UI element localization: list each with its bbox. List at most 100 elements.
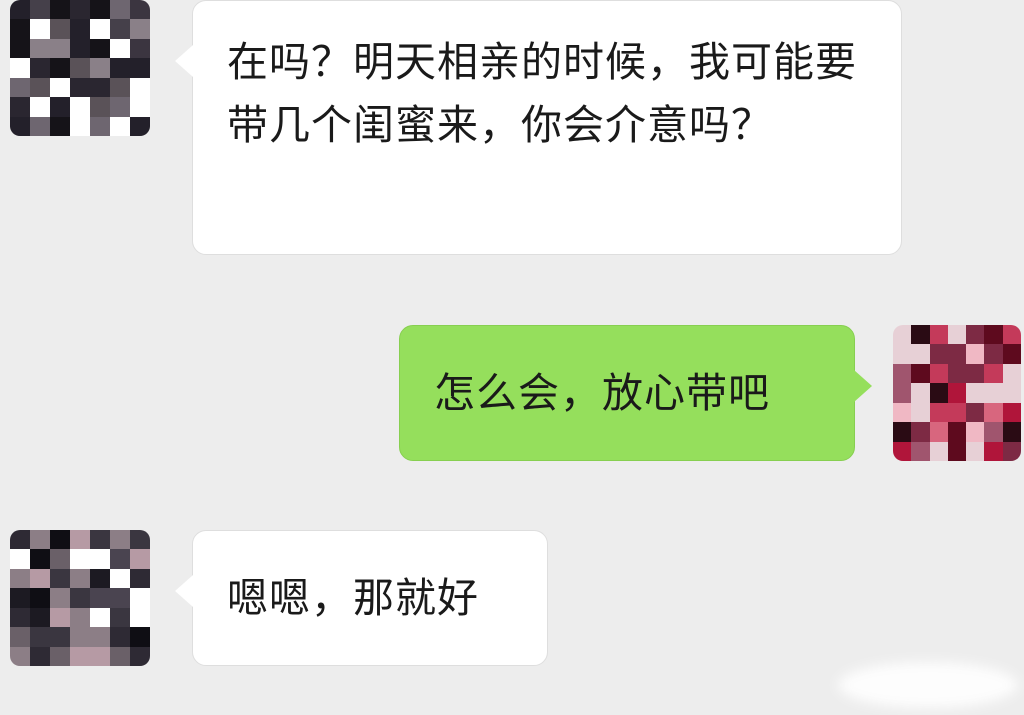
- mosaic-cell: [90, 19, 110, 39]
- mosaic-cell: [50, 77, 70, 98]
- mosaic-cell: [893, 441, 912, 461]
- mosaic-cell: [130, 627, 150, 647]
- mosaic-cell: [90, 38, 110, 59]
- mosaic-cell: [30, 0, 50, 20]
- mosaic-cell: [50, 0, 70, 20]
- message-text: 嗯嗯，那就好: [227, 574, 479, 622]
- mosaic-cell: [130, 116, 150, 136]
- mosaic-cell: [947, 422, 967, 442]
- mosaic-cell: [893, 363, 912, 384]
- my-avatar[interactable]: [893, 325, 1021, 461]
- mosaic-cell: [130, 38, 150, 59]
- mosaic-cell: [929, 422, 948, 442]
- mosaic-cell: [911, 383, 930, 403]
- mosaic-cell: [50, 116, 70, 136]
- mosaic-cell: [130, 568, 150, 589]
- mosaic-cell: [30, 530, 50, 550]
- mosaic-cell: [130, 77, 150, 98]
- mosaic-cell: [110, 0, 130, 20]
- mosaic-cell: [70, 607, 90, 628]
- mosaic-cell: [90, 97, 110, 117]
- mosaic-cell: [984, 383, 1003, 403]
- mosaic-cell: [110, 607, 130, 628]
- mosaic-cell: [893, 402, 912, 423]
- bubble-tail: [854, 370, 872, 402]
- mosaic-cell: [10, 588, 30, 608]
- mosaic-cell: [1002, 363, 1021, 384]
- mosaic-cell: [90, 549, 110, 569]
- bubble-tail: [175, 45, 193, 77]
- mosaic-cell: [70, 116, 90, 136]
- mosaic-cell: [947, 402, 967, 423]
- mosaic-cell: [110, 646, 130, 666]
- mosaic-cell: [966, 363, 985, 384]
- mosaic-cell: [70, 97, 90, 117]
- mosaic-cell: [30, 116, 50, 136]
- mosaic-cell: [1002, 402, 1021, 423]
- mosaic-cell: [929, 441, 948, 461]
- mosaic-cell: [110, 97, 130, 117]
- mosaic-cell: [911, 363, 930, 384]
- outgoing-message-bubble[interactable]: 怎么会，放心带吧: [399, 325, 872, 461]
- mosaic-cell: [70, 530, 90, 550]
- mosaic-cell: [50, 607, 70, 628]
- mosaic-cell: [90, 568, 110, 589]
- mosaic-cell: [984, 325, 1003, 345]
- mosaic-cell: [929, 402, 948, 423]
- mosaic-cell: [70, 0, 90, 20]
- mosaic-cell: [947, 383, 967, 403]
- image-artifact: [838, 662, 1018, 708]
- mosaic-cell: [110, 627, 130, 647]
- mosaic-cell: [984, 402, 1003, 423]
- incoming-message-bubble[interactable]: 在吗？明天相亲的时候，我可能要带几个闺蜜来，你会介意吗？: [175, 0, 902, 255]
- mosaic-cell: [130, 588, 150, 608]
- mosaic-cell: [90, 588, 110, 608]
- mosaic-cell: [30, 588, 50, 608]
- mosaic-cell: [1002, 344, 1021, 364]
- mosaic-cell: [70, 568, 90, 589]
- mosaic-cell: [50, 646, 70, 666]
- mosaic-cell: [893, 422, 912, 442]
- mosaic-cell: [947, 325, 967, 345]
- contact-avatar[interactable]: [10, 530, 150, 666]
- mosaic-cell: [1002, 422, 1021, 442]
- mosaic-cell: [90, 0, 110, 20]
- mosaic-cell: [130, 549, 150, 569]
- mosaic-cell: [70, 77, 90, 98]
- contact-avatar[interactable]: [10, 0, 150, 136]
- mosaic-cell: [70, 588, 90, 608]
- incoming-message-bubble[interactable]: 嗯嗯，那就好: [175, 530, 548, 666]
- mosaic-cell: [90, 530, 110, 550]
- mosaic-cell: [110, 38, 130, 59]
- mosaic-cell: [893, 383, 912, 403]
- mosaic-cell: [10, 116, 30, 136]
- mosaic-cell: [110, 549, 130, 569]
- mosaic-cell: [130, 646, 150, 666]
- mosaic-cell: [984, 441, 1003, 461]
- mosaic-cell: [929, 363, 948, 384]
- message-text: 怎么会，放心带吧: [434, 369, 770, 417]
- mosaic-cell: [50, 38, 70, 59]
- mosaic-cell: [110, 58, 130, 78]
- mosaic-cell: [110, 77, 130, 98]
- mosaic-cell: [929, 325, 948, 345]
- mosaic-cell: [10, 38, 30, 59]
- mosaic-cell: [90, 58, 110, 78]
- mosaic-cell: [90, 116, 110, 136]
- mosaic-cell: [10, 97, 30, 117]
- mosaic-cell: [10, 568, 30, 589]
- mosaic-cell: [1002, 383, 1021, 403]
- mosaic-cell: [10, 627, 30, 647]
- mosaic-cell: [90, 607, 110, 628]
- mosaic-cell: [130, 0, 150, 20]
- mosaic-cell: [30, 607, 50, 628]
- mosaic-cell: [984, 344, 1003, 364]
- mosaic-cell: [70, 38, 90, 59]
- mosaic-cell: [30, 77, 50, 98]
- mosaic-cell: [966, 441, 985, 461]
- mosaic-cell: [50, 19, 70, 39]
- mosaic-cell: [966, 344, 985, 364]
- mosaic-cell: [130, 19, 150, 39]
- mosaic-cell: [911, 441, 930, 461]
- mosaic-cell: [30, 549, 50, 569]
